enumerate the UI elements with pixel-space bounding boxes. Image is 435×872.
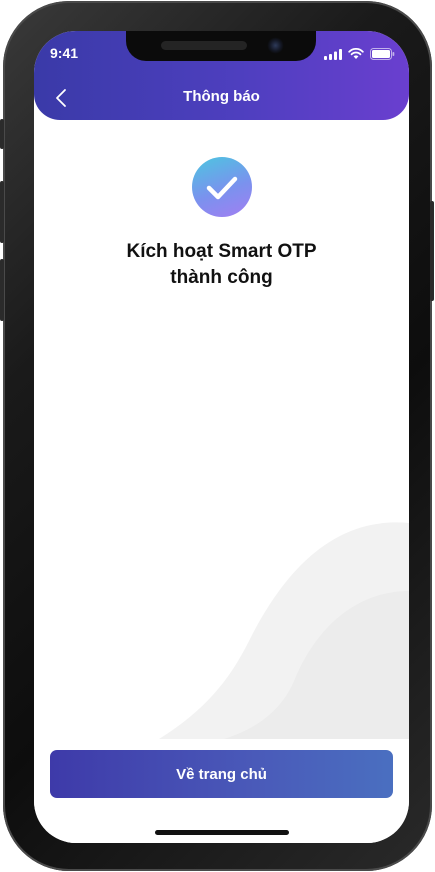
page-title: Thông báo	[183, 88, 260, 105]
checkmark-icon	[206, 176, 238, 200]
success-message-line1: Kích hoạt Smart OTP	[126, 241, 317, 262]
wifi-icon	[348, 48, 364, 59]
side-button-power	[430, 201, 434, 301]
success-message: Kích hoạt Smart OTP thành công	[34, 239, 409, 291]
success-badge	[192, 157, 252, 217]
battery-icon	[370, 48, 395, 60]
device-notch	[126, 31, 316, 61]
side-button-volume-down	[0, 259, 4, 321]
phone-frame: 9:41 Thông báo Kích hoạt Smart OTP thành…	[0, 1, 434, 871]
app-header: 9:41 Thông báo	[34, 31, 409, 120]
background-decoration	[159, 522, 409, 739]
signal-icon	[324, 48, 342, 60]
status-icons	[324, 48, 395, 60]
status-time: 9:41	[50, 45, 79, 61]
speaker-grill	[161, 41, 247, 50]
home-indicator	[155, 830, 289, 835]
success-message-line2: thành công	[170, 267, 273, 288]
side-button-mute	[0, 119, 4, 149]
side-button-volume-up	[0, 181, 4, 243]
home-button[interactable]: Về trang chủ	[50, 750, 393, 798]
front-camera	[267, 37, 284, 54]
app-screen: 9:41 Thông báo Kích hoạt Smart OTP thành…	[34, 31, 409, 843]
